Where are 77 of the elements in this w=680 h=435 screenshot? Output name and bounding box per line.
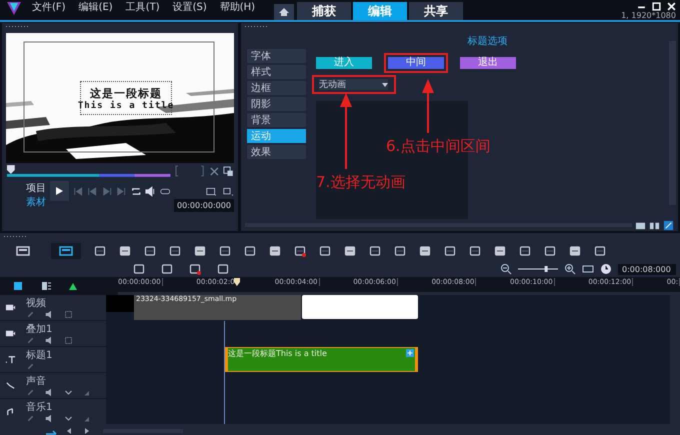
track-name: 视频 xyxy=(26,296,47,310)
image-clip[interactable] xyxy=(302,295,418,319)
menu-item[interactable]: 编辑(E) xyxy=(78,0,113,20)
bracket-icon[interactable] xyxy=(175,165,205,177)
volume-icon[interactable] xyxy=(45,388,54,397)
title-clip[interactable]: 这是一段标题This is a title xyxy=(225,347,418,372)
close-icon[interactable] xyxy=(667,2,676,11)
volume-icon[interactable] xyxy=(45,310,54,319)
mode-option[interactable]: 项目 xyxy=(26,181,46,195)
track-manager-icon[interactable] xyxy=(12,280,24,292)
annotation-text: 7.选择无动画 xyxy=(316,173,406,192)
annotation-text: 6.点击中间区间 xyxy=(386,137,490,156)
play-icon xyxy=(54,186,64,196)
play-button[interactable] xyxy=(50,181,69,201)
side-tab[interactable]: 样式 xyxy=(247,65,306,79)
side-tab[interactable]: 字体 xyxy=(247,49,306,63)
tab[interactable]: 捕获 xyxy=(297,2,352,20)
zoom-area-icon[interactable] xyxy=(222,186,234,197)
repeat-icon[interactable] xyxy=(130,186,142,197)
interval-button[interactable]: 中间 xyxy=(384,53,448,73)
skip-end-icon[interactable] xyxy=(116,186,127,197)
fit-icon[interactable] xyxy=(582,263,594,275)
track-name: 音乐1 xyxy=(26,400,54,414)
add-icon[interactable] xyxy=(406,349,414,357)
zoom-in-icon[interactable] xyxy=(564,263,576,275)
caret-icon xyxy=(382,82,388,86)
volume-icon[interactable] xyxy=(45,336,54,345)
chevron-down-icon[interactable] xyxy=(64,388,73,397)
home-icon[interactable] xyxy=(274,4,294,20)
video-clip-thumbnail[interactable] xyxy=(106,295,134,312)
track-name: 声音 xyxy=(26,374,47,388)
title-text-box[interactable]: 这是一段标题 This is a title xyxy=(80,81,172,115)
camera-icon xyxy=(5,328,16,339)
timeline-view-icon[interactable] xyxy=(51,243,81,259)
aspect-ratio-icon[interactable] xyxy=(206,186,217,197)
scissors-icon[interactable] xyxy=(208,166,220,176)
resolution-text: 1, 1920*1080 xyxy=(621,11,676,20)
track-header[interactable]: 标题1 xyxy=(0,347,106,372)
track-header[interactable]: 叠加1 xyxy=(0,321,106,346)
side-tab[interactable]: 背景 xyxy=(247,113,306,127)
timecode-field[interactable]: 00:00:00:000 xyxy=(174,199,234,212)
clock-icon[interactable] xyxy=(600,263,612,275)
step-forward-icon[interactable] xyxy=(102,186,112,197)
menu-item[interactable]: 帮助(H) xyxy=(220,0,256,20)
step-back-icon[interactable] xyxy=(87,186,98,197)
logo-icon xyxy=(6,0,22,16)
mode-option[interactable]: 素材 xyxy=(26,195,46,209)
camera-icon xyxy=(5,302,16,313)
track-name: 叠加1 xyxy=(26,322,54,336)
menu-item[interactable]: 工具(T) xyxy=(126,0,160,20)
tab[interactable]: 共享 xyxy=(409,2,464,20)
scrubber-thumb[interactable] xyxy=(6,165,15,174)
hd-icon[interactable] xyxy=(160,186,170,197)
skip-start-icon[interactable] xyxy=(72,186,84,197)
zoom-slider-thumb[interactable] xyxy=(544,266,548,272)
text-icon xyxy=(5,354,16,365)
track-header[interactable]: 视频 xyxy=(0,295,106,320)
menu-item[interactable]: 文件(F) xyxy=(32,0,66,20)
chapter-icon[interactable] xyxy=(40,280,52,292)
animation-dropdown[interactable]: 无动画 xyxy=(312,75,396,94)
track-header[interactable]: 声音 xyxy=(0,373,106,398)
track-name: 标题1 xyxy=(26,348,52,362)
zoom-out-icon[interactable] xyxy=(500,263,512,275)
playhead-handle[interactable] xyxy=(234,278,240,286)
duration-field[interactable]: 0:00:08:000 xyxy=(618,264,676,274)
title-text: This is a title xyxy=(78,100,174,110)
menu-item[interactable]: 设置(S) xyxy=(172,0,207,20)
annotation-arrow xyxy=(422,79,434,133)
maximize-icon[interactable] xyxy=(652,2,661,11)
chevron-down-icon[interactable] xyxy=(64,414,73,423)
panel-heading: 标题选项 xyxy=(466,34,508,49)
side-tab[interactable]: 效果 xyxy=(247,145,306,159)
volume-icon[interactable] xyxy=(145,186,156,197)
track-header[interactable]: 音乐1 xyxy=(0,399,106,424)
side-tab[interactable]: 边框 xyxy=(247,81,306,95)
title-text: 这是一段标题 xyxy=(90,86,162,100)
side-tab[interactable]: 阴影 xyxy=(247,97,306,111)
